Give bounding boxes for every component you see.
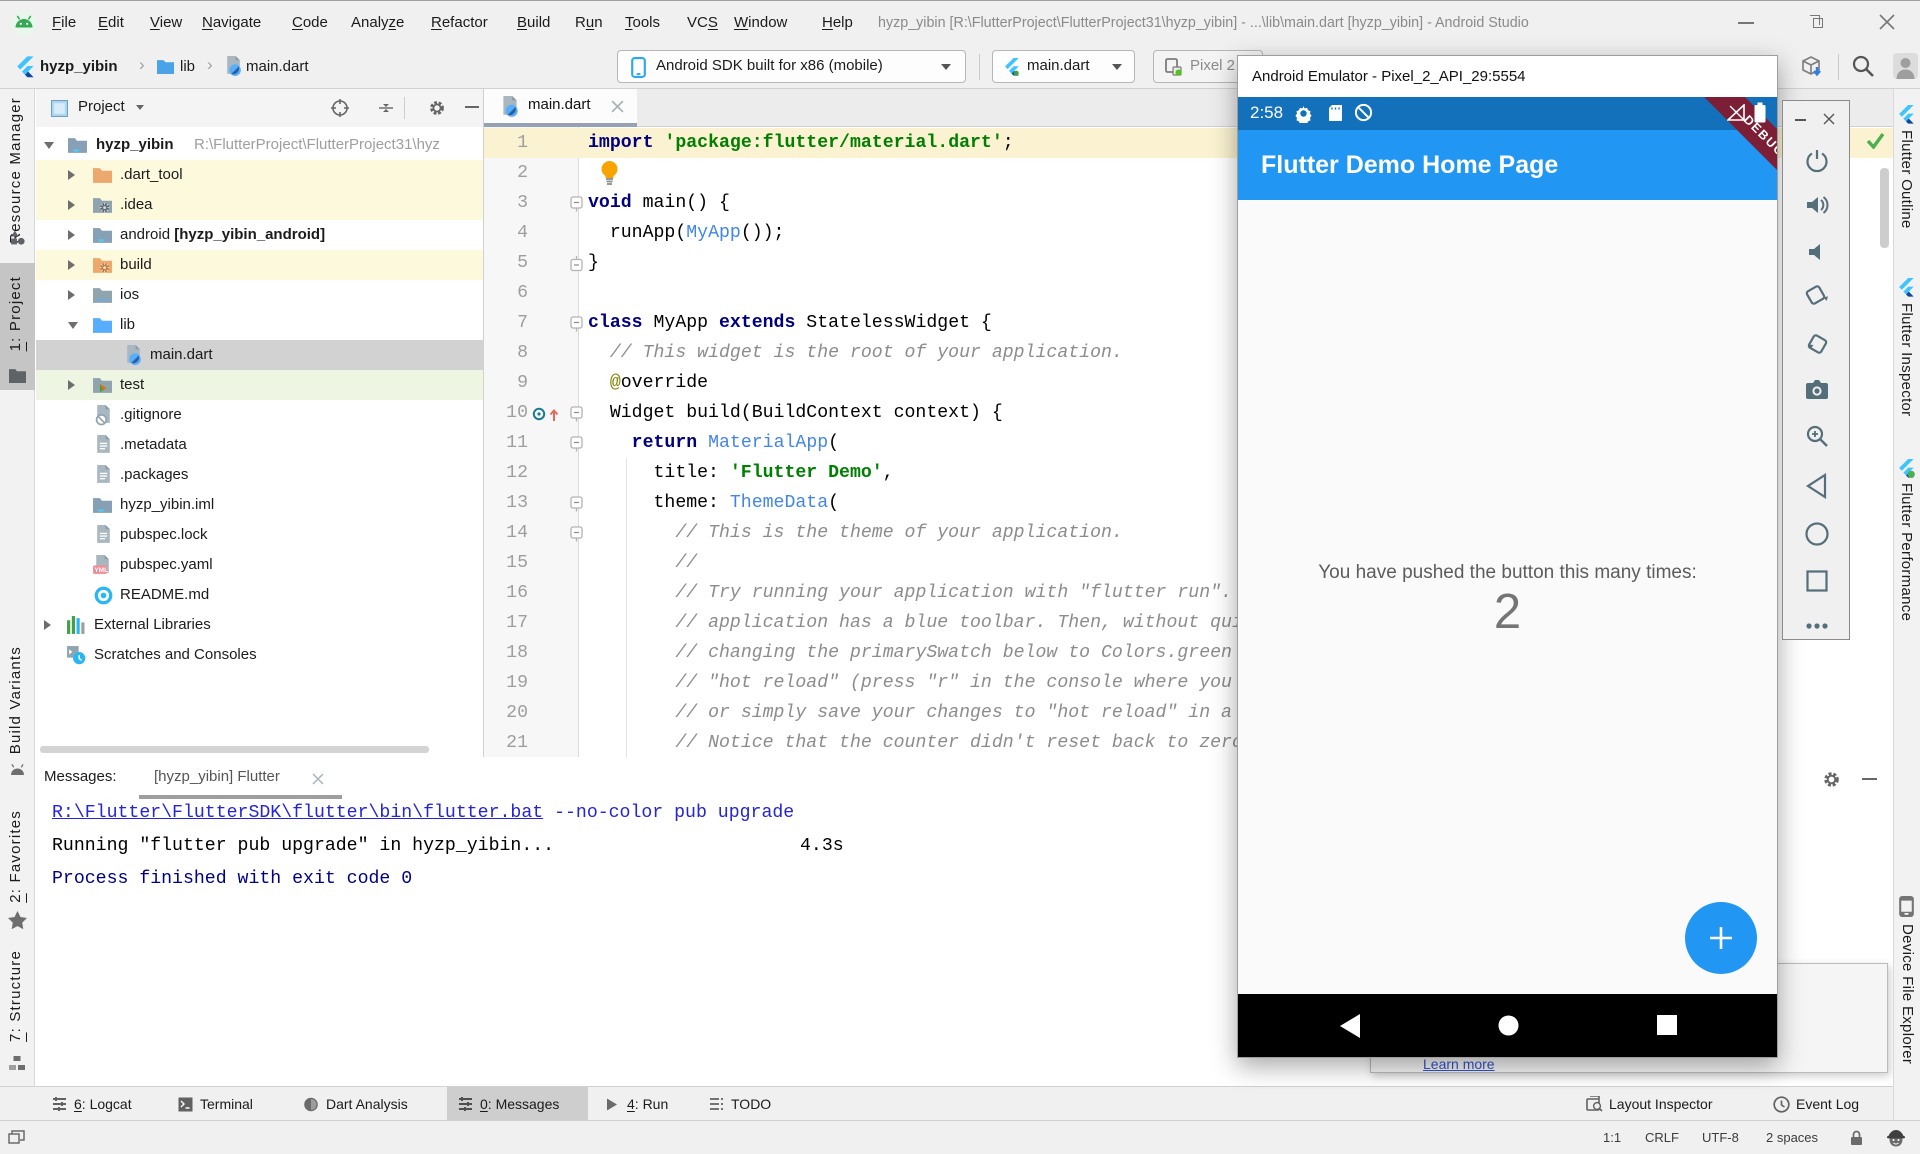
svg-text:YML: YML xyxy=(94,567,108,574)
